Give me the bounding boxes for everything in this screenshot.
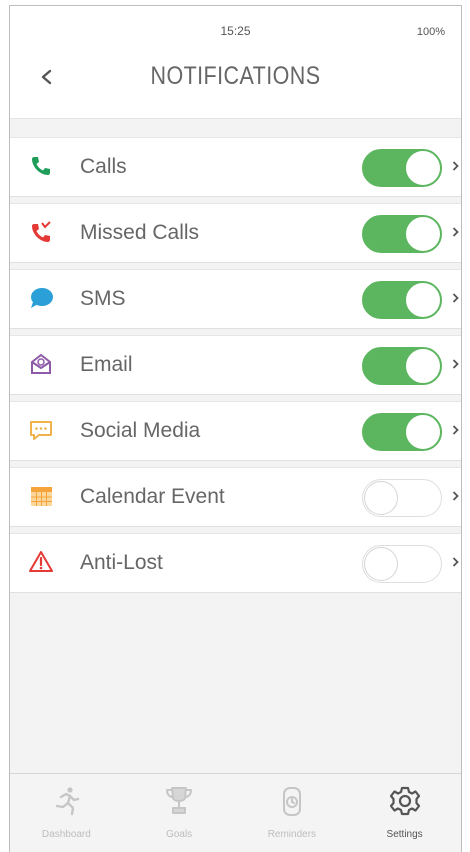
calendar-icon	[31, 487, 52, 506]
envelope-icon	[31, 353, 51, 374]
social-media-toggle[interactable]	[362, 413, 442, 451]
chevron-right-icon	[452, 227, 459, 237]
notification-label: Anti-Lost	[80, 551, 163, 574]
tab-dashboard[interactable]: Dashboard	[10, 774, 123, 852]
toggle-knob	[406, 217, 440, 251]
notification-label: SMS	[80, 287, 126, 310]
phone-icon	[32, 157, 50, 175]
toggle-knob	[406, 349, 440, 383]
battery-level: 100%	[416, 26, 445, 38]
notification-row-sms[interactable]: SMS	[10, 269, 461, 329]
warning-icon	[29, 551, 53, 572]
missed-calls-toggle[interactable]	[362, 215, 442, 253]
toggle-knob	[364, 481, 398, 515]
chevron-right-icon	[452, 359, 459, 369]
tab-reminders[interactable]: Reminders	[236, 774, 349, 852]
chevron-right-icon	[452, 293, 459, 303]
notification-label: Email	[80, 353, 133, 376]
calls-toggle[interactable]	[362, 149, 442, 187]
tab-label: Goals	[166, 829, 193, 840]
chevron-right-icon	[452, 491, 459, 501]
notification-row-missed-calls[interactable]: Missed Calls	[10, 203, 461, 263]
tab-settings[interactable]: Settings	[348, 774, 461, 852]
chevron-right-icon	[452, 161, 459, 171]
speech-icon	[30, 421, 52, 440]
chevron-right-icon	[452, 425, 459, 435]
page-title: NOTIFICATIONS	[150, 62, 321, 90]
calendar-event-toggle[interactable]	[362, 479, 442, 517]
anti-lost-toggle[interactable]	[362, 545, 442, 583]
notification-row-email[interactable]: Email	[10, 335, 461, 395]
tab-bar: Dashboard Goals Reminders Settings	[10, 773, 461, 852]
toggle-knob	[406, 415, 440, 449]
alarm-clock-icon	[282, 787, 301, 816]
notification-row-calendar-event[interactable]: Calendar Event	[10, 467, 461, 527]
notification-list: Calls Missed Calls SMS Email Social Medi…	[10, 137, 461, 599]
toggle-knob	[406, 151, 440, 185]
running-man-icon	[56, 787, 80, 816]
status-time: 15:25	[220, 24, 251, 38]
notification-label: Social Media	[80, 419, 201, 442]
notification-row-social-media[interactable]: Social Media	[10, 401, 461, 461]
notification-label: Missed Calls	[80, 221, 200, 244]
tab-goals[interactable]: Goals	[123, 774, 236, 852]
tab-label: Dashboard	[41, 829, 91, 840]
phone-screen: 15:25 100% NOTIFICATIONS Calls Missed Ca…	[9, 5, 462, 852]
notification-label: Calls	[80, 155, 127, 178]
chat-bubble-icon	[31, 288, 53, 308]
email-toggle[interactable]	[362, 347, 442, 385]
sms-toggle[interactable]	[362, 281, 442, 319]
toggle-knob	[364, 547, 398, 581]
gear-icon	[389, 786, 420, 816]
navigation-bar: 15:25 100% NOTIFICATIONS	[10, 6, 461, 119]
chevron-right-icon	[452, 557, 459, 567]
trophy-icon	[166, 787, 193, 814]
notification-row-anti-lost[interactable]: Anti-Lost	[10, 533, 461, 593]
notification-label: Calendar Event	[80, 485, 225, 508]
tab-label: Reminders	[267, 829, 317, 840]
missed-call-icon	[32, 221, 51, 242]
tab-label: Settings	[386, 829, 423, 840]
notification-row-calls[interactable]: Calls	[10, 137, 461, 197]
toggle-knob	[406, 283, 440, 317]
